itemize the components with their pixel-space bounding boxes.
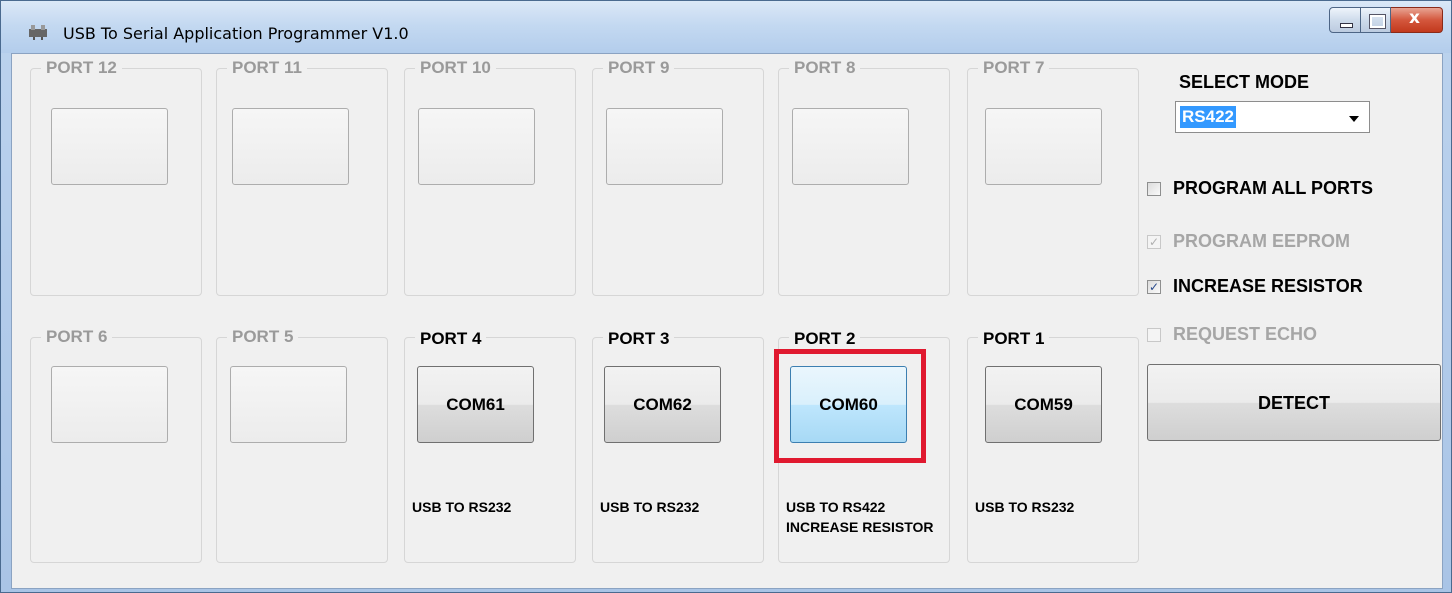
port-11-button <box>232 108 349 185</box>
port-9-group: PORT 9 <box>592 58 764 296</box>
port-5-button <box>230 366 347 443</box>
mode-value: RS422 <box>1180 106 1236 128</box>
title-bar[interactable]: USB To Serial Application Programmer V1.… <box>1 1 1451 53</box>
port-7-button <box>985 108 1102 185</box>
port-7-title: PORT 7 <box>978 58 1050 78</box>
port-5-title: PORT 5 <box>227 327 299 347</box>
window-title: USB To Serial Application Programmer V1.… <box>63 24 409 43</box>
app-window: USB To Serial Application Programmer V1.… <box>0 0 1452 593</box>
port-4-desc: USB TO RS232 <box>412 499 512 515</box>
port-1-group: PORT 1 COM59 USB TO RS232 <box>967 329 1139 563</box>
port-9-button <box>606 108 723 185</box>
port-6-group: PORT 6 <box>30 327 202 563</box>
port-11-title: PORT 11 <box>227 58 307 78</box>
port-2-desc-line1: USB TO RS422 <box>786 499 886 515</box>
port-3-desc: USB TO RS232 <box>600 499 700 515</box>
port-12-group: PORT 12 <box>30 58 202 296</box>
app-icon <box>29 25 47 40</box>
increase-resistor-label: INCREASE RESISTOR <box>1173 276 1363 296</box>
minimize-icon[interactable] <box>1329 7 1361 33</box>
com61-button[interactable]: COM61 <box>417 366 534 443</box>
port-6-button <box>51 366 168 443</box>
port-3-title: PORT 3 <box>603 329 675 349</box>
port-12-title: PORT 12 <box>41 58 122 78</box>
mode-dropdown[interactable]: RS422 <box>1175 101 1370 133</box>
port-11-group: PORT 11 <box>216 58 388 296</box>
program-all-ports-option[interactable]: PROGRAM ALL PORTS <box>1147 178 1373 199</box>
window-controls <box>1329 7 1443 33</box>
select-mode-label: SELECT MODE <box>1179 72 1310 92</box>
port-10-group: PORT 10 <box>404 58 576 296</box>
port-8-group: PORT 8 <box>778 58 950 296</box>
request-echo-label: REQUEST ECHO <box>1173 324 1318 344</box>
com59-button[interactable]: COM59 <box>985 366 1102 443</box>
program-all-ports-checkbox[interactable] <box>1147 181 1161 196</box>
increase-resistor-checkbox[interactable]: ✓ <box>1147 279 1161 294</box>
chevron-down-icon[interactable] <box>1349 116 1359 122</box>
port-9-title: PORT 9 <box>603 58 675 78</box>
com62-button[interactable]: COM62 <box>604 366 721 443</box>
port-1-desc: USB TO RS232 <box>975 499 1075 515</box>
request-echo-option: REQUEST ECHO <box>1147 324 1317 345</box>
port-3-group: PORT 3 COM62 USB TO RS232 <box>592 329 764 563</box>
program-eeprom-checkbox: ✓ <box>1147 234 1161 249</box>
maximize-icon[interactable] <box>1361 7 1391 33</box>
port-2-title: PORT 2 <box>789 329 861 349</box>
port-10-title: PORT 10 <box>415 58 496 78</box>
port-10-button <box>418 108 535 185</box>
port-4-title: PORT 4 <box>415 329 487 349</box>
port-4-group: PORT 4 COM61 USB TO RS232 <box>404 329 576 563</box>
port-2-desc-line2: INCREASE RESISTOR <box>786 519 934 535</box>
port-2-group: PORT 2 COM60 USB TO RS422 INCREASE RESIS… <box>778 329 950 563</box>
com60-button[interactable]: COM60 <box>790 366 907 443</box>
request-echo-checkbox <box>1147 327 1161 342</box>
detect-button[interactable]: DETECT <box>1147 364 1441 441</box>
port-6-title: PORT 6 <box>41 327 113 347</box>
port-5-group: PORT 5 <box>216 327 388 563</box>
increase-resistor-option[interactable]: ✓ INCREASE RESISTOR <box>1147 276 1363 297</box>
port-1-title: PORT 1 <box>978 329 1050 349</box>
main-panel: PORT 12 PORT 11 PORT 10 PORT 9 PORT 8 PO… <box>11 53 1443 589</box>
close-icon[interactable] <box>1391 7 1443 33</box>
port-7-group: PORT 7 <box>967 58 1139 296</box>
program-eeprom-option: ✓ PROGRAM EEPROM <box>1147 231 1350 252</box>
port-8-title: PORT 8 <box>789 58 861 78</box>
port-12-button <box>51 108 168 185</box>
program-eeprom-label: PROGRAM EEPROM <box>1173 231 1351 251</box>
port-8-button <box>792 108 909 185</box>
program-all-ports-label: PROGRAM ALL PORTS <box>1173 178 1374 198</box>
